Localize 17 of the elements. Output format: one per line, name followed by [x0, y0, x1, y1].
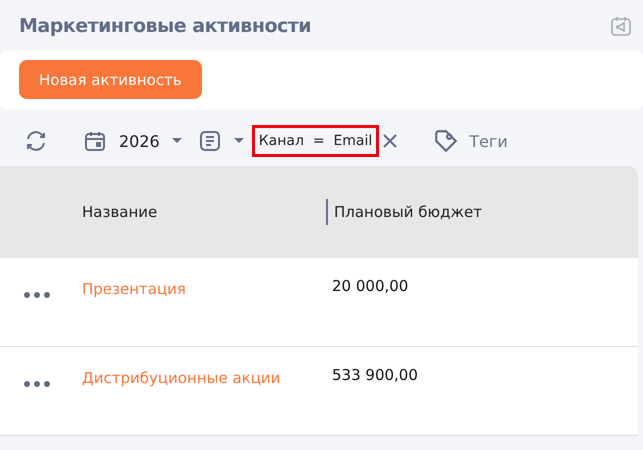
table-cell-text: 533 900,00 [332, 366, 419, 384]
more-icon[interactable] [24, 381, 50, 387]
year-selector[interactable]: 2026 [119, 132, 160, 150]
list-icon[interactable] [198, 129, 222, 153]
column-header[interactable]: Плановый бюджет [326, 199, 638, 225]
caret-icon[interactable] [234, 138, 244, 144]
column-header[interactable]: Название [82, 203, 326, 221]
page-title: Маркетинговые активности [19, 15, 312, 37]
tag-icon[interactable] [433, 128, 460, 154]
caret-icon[interactable] [172, 138, 182, 144]
tags-filter[interactable]: Теги [469, 132, 508, 150]
table-cell-text: 20 000,00 [332, 277, 410, 295]
refresh-icon[interactable] [24, 129, 48, 153]
filter-chip[interactable]: Канал = Email [252, 125, 380, 157]
calendar-icon[interactable] [83, 129, 107, 153]
more-icon[interactable] [24, 292, 50, 298]
close-icon[interactable] [383, 134, 398, 148]
